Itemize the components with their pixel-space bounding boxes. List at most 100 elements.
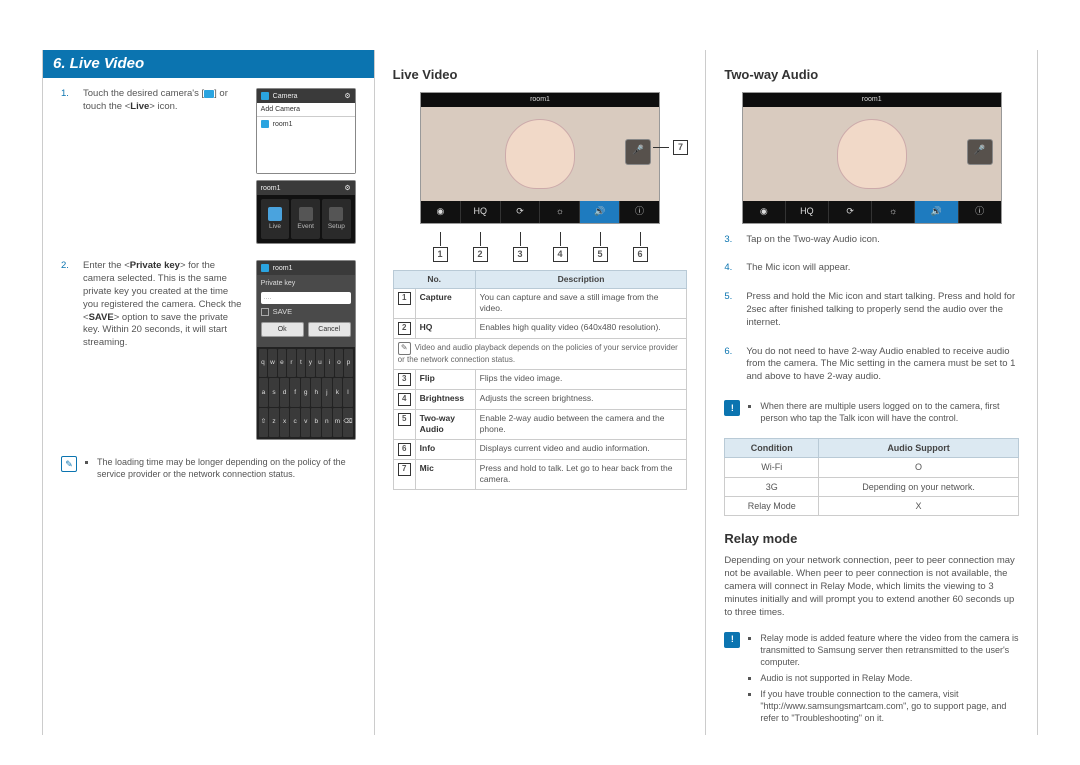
table-row: 3FlipFlips the video image. (393, 369, 687, 389)
key: ⇧ (259, 408, 269, 437)
note-item: If you have trouble connection to the ca… (760, 688, 1019, 724)
toolbar-icon: ⟳ (829, 201, 872, 223)
callout: 3 (500, 232, 540, 262)
video-content-placeholder (505, 119, 575, 189)
info-icon: ✎ (61, 456, 77, 472)
callout: 2 (460, 232, 500, 262)
toolbar-icon: HQ (786, 201, 829, 223)
toolbar-icon: ◉ (421, 201, 461, 223)
room-row: room1 (257, 117, 355, 131)
column-1: 6. Live Video 1. Touch the desired camer… (43, 50, 375, 735)
callout-7: 7 (653, 140, 688, 155)
tile-live: Live (261, 199, 290, 239)
heading-relay-mode: Relay mode (724, 530, 1019, 548)
toolbar-icon: 🔊 (580, 201, 620, 223)
heading-live-video: Live Video (393, 66, 688, 84)
toolbar-icon: 🔊 (915, 201, 958, 223)
step: 6.You do not need to have 2-way Audio en… (724, 346, 1019, 384)
table-row: 1CaptureYou can capture and save a still… (393, 289, 687, 319)
screenshot-private-key: room1 Private key .... SAVE Ok Cancel qw… (256, 260, 356, 440)
toolbar-icon: HQ (461, 201, 501, 223)
toolbar-icon: ☼ (540, 201, 580, 223)
note-relay-mode: ! Relay mode is added feature where the … (724, 632, 1019, 729)
video-content-placeholder (837, 119, 907, 189)
toolbar-icon: ◉ (743, 201, 786, 223)
key: z (269, 408, 279, 437)
table-row: Wi-FiO (725, 458, 1019, 477)
key: a (259, 378, 269, 407)
key: d (280, 378, 290, 407)
note-multiple-users: ! When there are multiple users logged o… (724, 400, 1019, 428)
key: t (297, 349, 306, 378)
column-3: Two-way Audio room1 🎤 ◉HQ⟳☼🔊ⓘ 3.Tap on t… (706, 50, 1038, 735)
camera-icon (204, 90, 214, 98)
table-row: 7MicPress and hold to talk. Let go to he… (393, 459, 687, 489)
th-no: No. (393, 270, 475, 288)
key: m (333, 408, 343, 437)
cancel-button: Cancel (308, 322, 351, 337)
toolbar-icon: ⓘ (959, 201, 1001, 223)
key: c (290, 408, 300, 437)
room-label: room1 (421, 93, 659, 107)
callout: 4 (540, 232, 580, 262)
key: r (287, 349, 296, 378)
note-loading: ✎ The loading time may be longer dependi… (61, 456, 356, 484)
toolbar-icon: ☼ (872, 201, 915, 223)
step-number: 1. (61, 88, 75, 244)
toolbar-icon: ⟳ (501, 201, 541, 223)
tile-event: Event (291, 199, 320, 239)
step-2: 2. Enter the <Private key> for the camer… (61, 260, 356, 440)
callouts-row: 123456 (420, 232, 660, 262)
key: v (301, 408, 311, 437)
two-way-audio-preview: room1 🎤 ◉HQ⟳☼🔊ⓘ (742, 92, 1002, 224)
table-row: 4BrightnessAdjusts the screen brightness… (393, 389, 687, 409)
column-2: Live Video room1 🎤 ◉HQ⟳☼🔊ⓘ 7 123456 No. … (375, 50, 707, 735)
alert-icon: ! (724, 632, 740, 648)
private-key-input: .... (261, 292, 351, 304)
room-label: room1 (743, 93, 1001, 107)
step-number: 2. (61, 260, 75, 440)
keyboard: qwertyuiopasdfghjkl⇧zxcvbnm⌫ (257, 347, 355, 440)
alert-icon: ! (724, 400, 740, 416)
key: j (322, 378, 332, 407)
note-item: Relay mode is added feature where the vi… (760, 632, 1019, 668)
th-desc: Description (475, 270, 687, 288)
table-row: 2HQEnables high quality video (640x480 r… (393, 318, 687, 338)
live-video-preview: room1 🎤 ◉HQ⟳☼🔊ⓘ (420, 92, 660, 224)
note-item: Audio is not supported in Relay Mode. (760, 672, 1019, 684)
th-audio-support: Audio Support (819, 439, 1019, 458)
key: g (301, 378, 311, 407)
key: h (311, 378, 321, 407)
key: p (344, 349, 353, 378)
table-row: 5Two-way AudioEnable 2-way audio between… (393, 409, 687, 439)
ok-button: Ok (261, 322, 304, 337)
section-title: 6. Live Video (43, 50, 374, 78)
key: i (325, 349, 334, 378)
tile-setup: Setup (322, 199, 351, 239)
table-row: 3GDepending on your network. (725, 477, 1019, 496)
key: u (316, 349, 325, 378)
key: w (268, 349, 277, 378)
table-row: 6InfoDisplays current video and audio in… (393, 439, 687, 459)
screenshot-camera-list: Camera⚙ Add Camera room1 (256, 88, 356, 174)
key: l (343, 378, 353, 407)
heading-two-way-audio: Two-way Audio (724, 66, 1019, 84)
table-row: ✎Video and audio playback depends on the… (393, 338, 687, 369)
callout: 5 (580, 232, 620, 262)
manual-page: 6. Live Video 1. Touch the desired camer… (42, 50, 1038, 735)
private-key-label: Private key (261, 279, 351, 288)
th-condition: Condition (725, 439, 819, 458)
key: ⌫ (343, 408, 353, 437)
table-row: Relay ModeX (725, 496, 1019, 515)
key: q (259, 349, 268, 378)
key: x (280, 408, 290, 437)
key: n (322, 408, 332, 437)
key: e (278, 349, 287, 378)
key: o (335, 349, 344, 378)
toolbar-icon: ⓘ (620, 201, 659, 223)
step-1: 1. Touch the desired camera's [] or touc… (61, 88, 356, 244)
relay-mode-paragraph: Depending on your network connection, pe… (724, 555, 1019, 619)
save-checkbox: SAVE (261, 307, 351, 317)
step: 4.The Mic icon will appear. (724, 262, 1019, 275)
audio-support-table: Condition Audio Support Wi-FiO3GDependin… (724, 438, 1019, 516)
